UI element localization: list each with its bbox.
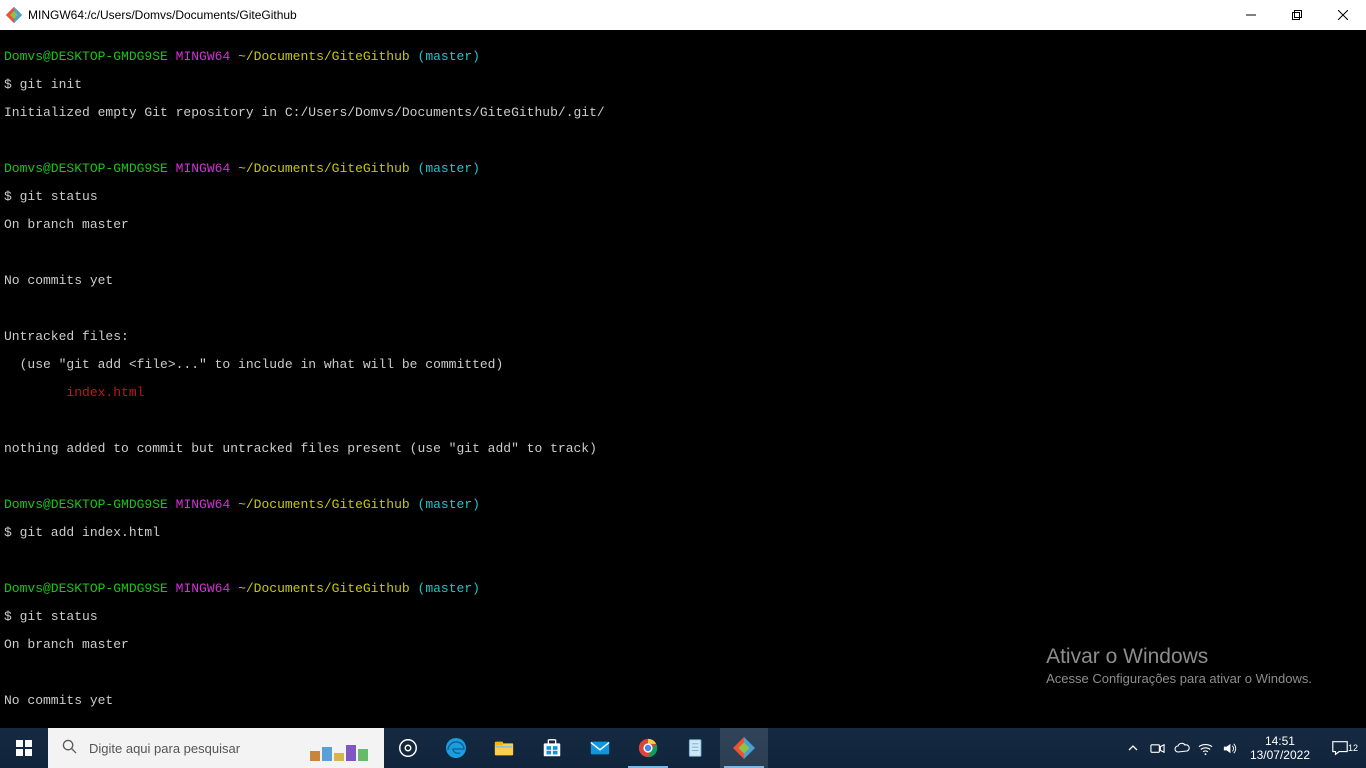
git-bash-icon bbox=[6, 7, 22, 23]
prompt-user: Domvs@DESKTOP-GMDG9SE bbox=[4, 49, 168, 64]
watermark-title: Ativar o Windows bbox=[1046, 645, 1312, 669]
taskbar-app-notepad[interactable] bbox=[672, 728, 720, 768]
start-button[interactable] bbox=[0, 728, 48, 768]
terminal-output[interactable]: Domvs@DESKTOP-GMDG9SE MINGW64 ~/Document… bbox=[0, 30, 1366, 728]
output-line: On branch master bbox=[4, 218, 1362, 232]
taskbar: Digite aqui para pesquisar bbox=[0, 728, 1366, 768]
output-line: Initialized empty Git repository in C:/U… bbox=[4, 106, 1362, 120]
minimize-button[interactable] bbox=[1228, 0, 1274, 30]
search-icon bbox=[62, 739, 77, 758]
search-widget-art bbox=[240, 733, 384, 763]
taskbar-search[interactable]: Digite aqui para pesquisar bbox=[48, 728, 384, 768]
maximize-button[interactable] bbox=[1274, 0, 1320, 30]
tray-volume-icon[interactable] bbox=[1218, 741, 1242, 756]
tray-network-icon[interactable] bbox=[1194, 741, 1218, 756]
windows-activation-watermark: Ativar o Windows Acesse Configurações pa… bbox=[1046, 645, 1312, 686]
cmd-line: $ git status bbox=[4, 190, 1362, 204]
tray-meet-now-icon[interactable] bbox=[1146, 741, 1170, 756]
task-view-button[interactable] bbox=[384, 728, 432, 768]
tray-time: 14:51 bbox=[1250, 734, 1310, 748]
cmd-line: $ git add index.html bbox=[4, 526, 1362, 540]
prompt-env: MINGW64 bbox=[176, 49, 231, 64]
taskbar-app-git-bash[interactable] bbox=[720, 728, 768, 768]
output-line: nothing added to commit but untracked fi… bbox=[4, 442, 1362, 456]
notification-count: 12 bbox=[1348, 743, 1358, 753]
output-line: (use "git add <file>..." to include in w… bbox=[4, 358, 1362, 372]
prompt-branch: (master) bbox=[418, 49, 480, 64]
taskbar-app-explorer[interactable] bbox=[480, 728, 528, 768]
watermark-subtitle: Acesse Configurações para ativar o Windo… bbox=[1046, 671, 1312, 686]
window-title: MINGW64:/c/Users/Domvs/Documents/GiteGit… bbox=[28, 8, 1228, 22]
output-line: No commits yet bbox=[4, 694, 1362, 708]
taskbar-app-edge[interactable] bbox=[432, 728, 480, 768]
taskbar-app-store[interactable] bbox=[528, 728, 576, 768]
close-button[interactable] bbox=[1320, 0, 1366, 30]
cmd-line: $ git init bbox=[4, 78, 1362, 92]
tray-overflow-button[interactable] bbox=[1120, 743, 1146, 753]
output-line: Untracked files: bbox=[4, 330, 1362, 344]
tray-action-center[interactable]: 12 bbox=[1318, 739, 1362, 757]
cmd-line: $ git status bbox=[4, 610, 1362, 624]
tray-clock[interactable]: 14:51 13/07/2022 bbox=[1242, 734, 1318, 762]
taskbar-app-chrome[interactable] bbox=[624, 728, 672, 768]
taskbar-app-mail[interactable] bbox=[576, 728, 624, 768]
untracked-file: index.html bbox=[4, 386, 1362, 400]
system-tray: 14:51 13/07/2022 12 bbox=[1120, 728, 1366, 768]
search-placeholder: Digite aqui para pesquisar bbox=[89, 741, 240, 756]
tray-date: 13/07/2022 bbox=[1250, 748, 1310, 762]
window-controls bbox=[1228, 0, 1366, 30]
prompt-path: ~/Documents/GiteGithub bbox=[238, 49, 410, 64]
window-titlebar: MINGW64:/c/Users/Domvs/Documents/GiteGit… bbox=[0, 0, 1366, 30]
tray-onedrive-icon[interactable] bbox=[1170, 742, 1194, 754]
output-line: No commits yet bbox=[4, 274, 1362, 288]
